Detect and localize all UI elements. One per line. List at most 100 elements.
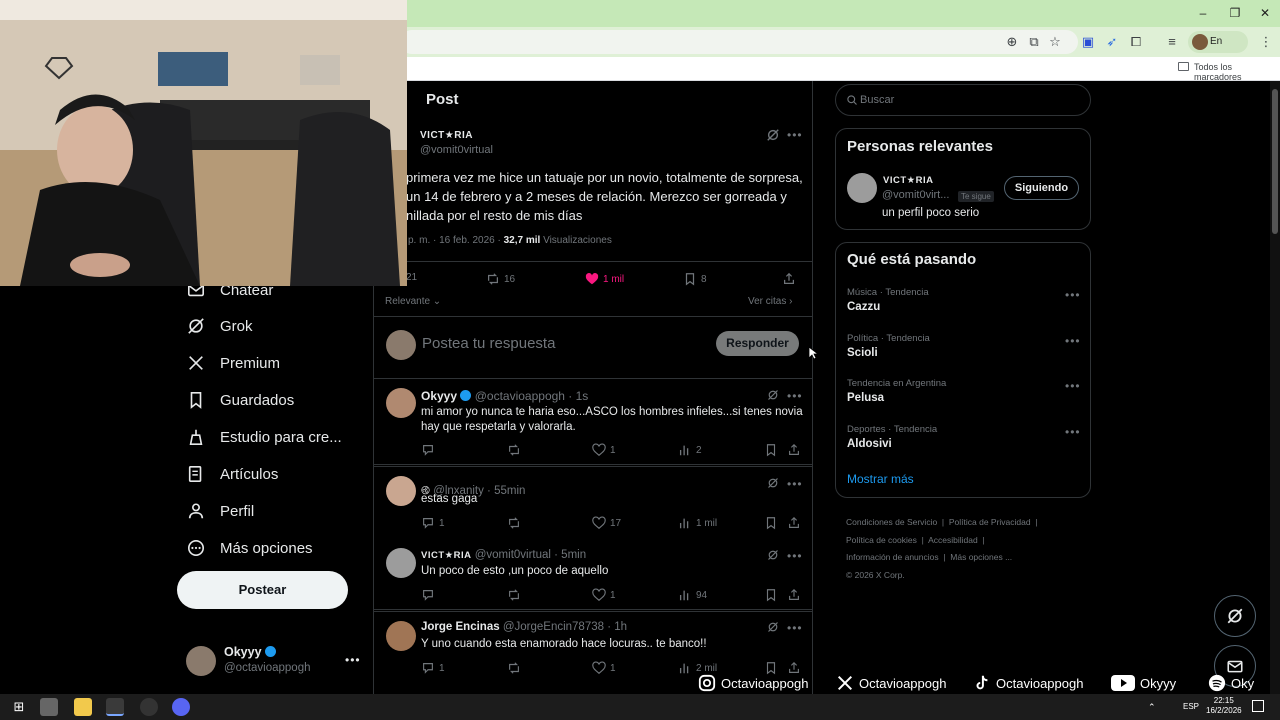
- terms-link[interactable]: Condiciones de Servicio: [846, 517, 937, 527]
- post-like-button[interactable]: 1 mil: [585, 272, 624, 286]
- reply-button[interactable]: Responder: [716, 331, 799, 356]
- nav-item-guardados[interactable]: Guardados: [186, 385, 294, 415]
- minimize-icon[interactable]: –: [1196, 6, 1210, 20]
- windows-start-icon[interactable]: ⊞: [10, 698, 28, 716]
- nav-item-perfil[interactable]: Perfil: [186, 496, 254, 526]
- nav-item-más-opciones[interactable]: Más opciones: [186, 533, 313, 563]
- language-indicator[interactable]: ESP: [1183, 702, 1199, 711]
- reply-reply-button[interactable]: 1: [421, 516, 445, 530]
- show-more-link[interactable]: Mostrar más: [847, 472, 914, 486]
- media-app-icon[interactable]: [40, 698, 58, 716]
- relevance-dropdown[interactable]: Relevante ⌄: [385, 296, 441, 307]
- relevant-handle[interactable]: @vomit0virt...: [882, 189, 949, 201]
- grok-icon[interactable]: [767, 621, 779, 633]
- reply-share-button[interactable]: [787, 443, 801, 457]
- search-box[interactable]: Buscar: [835, 84, 1091, 116]
- more-options-icon[interactable]: •••: [787, 477, 803, 491]
- scrollbar-thumb[interactable]: [1272, 89, 1278, 234]
- trend-item[interactable]: Música · Tendencia Cazzu: [847, 287, 929, 313]
- reply-input[interactable]: Postea tu respuesta: [422, 335, 555, 352]
- account-avatar[interactable]: [186, 646, 216, 676]
- extensions-puzzle-icon[interactable]: ⧠: [1128, 34, 1144, 50]
- close-icon[interactable]: ✕: [1258, 6, 1272, 20]
- reply-avatar[interactable]: [386, 476, 416, 506]
- ads-info-link[interactable]: Información de anuncios: [846, 552, 939, 562]
- reply-like-button[interactable]: 17: [592, 516, 621, 530]
- discord-icon[interactable]: [172, 698, 190, 716]
- reply-bookmark-button[interactable]: [764, 443, 778, 457]
- trend-more-icon[interactable]: •••: [1065, 379, 1081, 393]
- more-options-icon[interactable]: •••: [787, 549, 803, 563]
- reply-bookmark-button[interactable]: [764, 516, 778, 530]
- reply-repost-button[interactable]: [507, 516, 521, 530]
- post-share-button[interactable]: [782, 272, 796, 286]
- reply-like-button[interactable]: 1: [592, 661, 616, 675]
- post-author-handle[interactable]: @vomit0virtual: [420, 144, 493, 156]
- nav-item-grok[interactable]: Grok: [186, 311, 253, 341]
- grok-icon[interactable]: [767, 389, 779, 401]
- nav-item-estudio-para-cre[interactable]: Estudio para cre...: [186, 422, 342, 452]
- trend-more-icon[interactable]: •••: [1065, 425, 1081, 439]
- profile-paused-chip[interactable]: En pausa: [1188, 31, 1248, 69]
- more-options-icon[interactable]: •••: [787, 389, 803, 403]
- extension-blue-icon[interactable]: ▣: [1080, 34, 1096, 50]
- zoom-icon[interactable]: ⊕: [1004, 34, 1020, 50]
- reply-views-button[interactable]: 94: [678, 588, 707, 602]
- post-author-name[interactable]: VICT★RIA: [420, 130, 473, 141]
- address-bar[interactable]: [400, 30, 1078, 54]
- tray-chevron-icon[interactable]: ⌃: [1148, 702, 1156, 713]
- obs-icon[interactable]: [140, 698, 158, 716]
- reply-reply-button[interactable]: [421, 588, 439, 602]
- extension-wing-icon[interactable]: ➶: [1104, 34, 1120, 50]
- notifications-icon[interactable]: [1252, 700, 1264, 712]
- search-input[interactable]: Buscar: [860, 94, 894, 106]
- reply-avatar[interactable]: [386, 388, 416, 418]
- reply-reply-button[interactable]: [421, 443, 439, 457]
- scrollbar[interactable]: [1270, 81, 1280, 694]
- trend-item[interactable]: Deportes · Tendencia Aldosivi: [847, 424, 937, 450]
- nav-item-premium[interactable]: Premium: [186, 348, 280, 378]
- relevant-name[interactable]: VICT★RIA: [883, 175, 934, 186]
- post-button[interactable]: Postear: [177, 571, 348, 609]
- nav-item-artículos[interactable]: Artículos: [186, 459, 278, 489]
- privacy-link[interactable]: Política de Privacidad: [949, 517, 1031, 527]
- reply-reply-button[interactable]: 1: [421, 661, 445, 675]
- reply-avatar[interactable]: [386, 548, 416, 578]
- trend-item[interactable]: Tendencia en Argentina Pelusa: [847, 378, 946, 404]
- post-reply-count[interactable]: 21: [406, 272, 417, 283]
- reply-repost-button[interactable]: [507, 588, 521, 602]
- view-quotes-link[interactable]: Ver citas ›: [748, 296, 792, 307]
- reply-share-button[interactable]: [787, 588, 801, 602]
- chrome-icon[interactable]: [106, 698, 124, 716]
- grok-icon[interactable]: [767, 549, 779, 561]
- post-bookmark-button[interactable]: 8: [683, 272, 707, 286]
- reply-bookmark-button[interactable]: [764, 588, 778, 602]
- all-bookmarks-link[interactable]: Todos los marcadores: [1194, 62, 1280, 82]
- reply-repost-button[interactable]: [507, 661, 521, 675]
- reply-share-button[interactable]: [787, 516, 801, 530]
- more-options-icon[interactable]: •••: [787, 128, 803, 142]
- star-icon[interactable]: ☆: [1047, 34, 1063, 50]
- trend-more-icon[interactable]: •••: [1065, 334, 1081, 348]
- reply-views-button[interactable]: 2: [678, 443, 702, 457]
- grok-icon[interactable]: [767, 477, 779, 489]
- accessibility-link[interactable]: Accesibilidad: [928, 535, 978, 545]
- menu-kebab-icon[interactable]: ⋮: [1258, 34, 1274, 50]
- reply-repost-button[interactable]: [507, 443, 521, 457]
- post-repost-button[interactable]: 16: [486, 272, 515, 286]
- grok-float-button[interactable]: [1214, 595, 1256, 637]
- clock[interactable]: 22:15 16/2/2026: [1206, 696, 1242, 716]
- cookies-link[interactable]: Política de cookies: [846, 535, 917, 545]
- reply-like-button[interactable]: 1: [592, 443, 616, 457]
- account-name[interactable]: Okyyy: [224, 645, 277, 659]
- media-control-icon[interactable]: ≡: [1164, 34, 1180, 50]
- more-options-link[interactable]: Más opciones ...: [950, 552, 1012, 562]
- more-options-icon[interactable]: •••: [787, 621, 803, 635]
- trend-item[interactable]: Política · Tendencia Scioli: [847, 333, 930, 359]
- file-explorer-icon[interactable]: [74, 698, 92, 716]
- grok-icon[interactable]: [766, 128, 780, 142]
- relevant-avatar[interactable]: [847, 173, 877, 203]
- reply-avatar[interactable]: [386, 621, 416, 651]
- restore-icon[interactable]: ❐: [1228, 6, 1242, 20]
- account-more-icon[interactable]: •••: [345, 653, 361, 667]
